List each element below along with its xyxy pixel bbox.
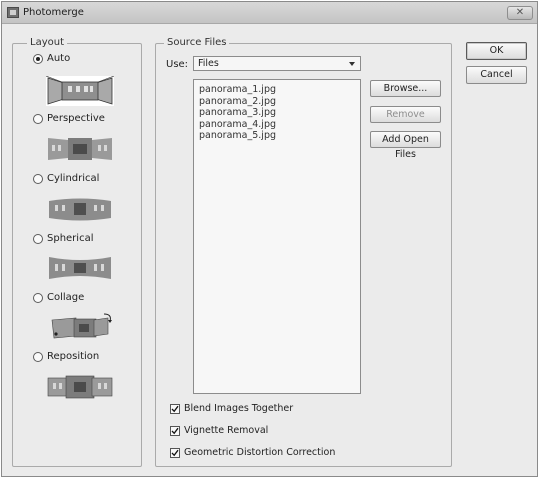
radio-reposition[interactable]: Reposition (33, 351, 99, 362)
checkmark-icon (171, 405, 179, 412)
geometric-distortion-checkbox[interactable] (170, 447, 180, 458)
browse-button[interactable]: Browse... (370, 80, 441, 97)
radio-spherical[interactable]: Spherical (33, 233, 93, 244)
blend-images-checkbox-row[interactable]: Blend Images Together (170, 403, 293, 414)
blend-images-label: Blend Images Together (184, 403, 294, 414)
radio-perspective-label: Perspective (47, 113, 105, 124)
spherical-layout-preview-icon (46, 253, 114, 283)
radio-button[interactable] (33, 292, 43, 303)
radio-auto[interactable]: Auto (33, 53, 70, 64)
list-item[interactable]: panorama_3.jpg (199, 107, 355, 119)
radio-collage-label: Collage (47, 292, 85, 303)
collage-layout-preview-icon (46, 312, 114, 342)
source-files-legend: Source Files (164, 37, 230, 48)
vignette-removal-checkbox-row[interactable]: Vignette Removal (170, 425, 268, 436)
radio-collage[interactable]: Collage (33, 292, 84, 303)
photoshop-app-icon (7, 7, 19, 18)
window-title: Photomerge (23, 7, 84, 18)
vignette-removal-label: Vignette Removal (184, 425, 269, 436)
remove-button[interactable]: Remove (370, 106, 441, 123)
use-label: Use: (166, 59, 189, 70)
use-dropdown-value: Files (198, 58, 219, 69)
radio-button[interactable] (33, 113, 43, 124)
radio-auto-label: Auto (47, 53, 71, 64)
blend-images-checkbox[interactable] (170, 403, 180, 414)
radio-button[interactable] (33, 53, 43, 64)
checkmark-icon (171, 449, 179, 456)
list-item[interactable]: panorama_4.jpg (199, 119, 355, 131)
geometric-distortion-checkbox-row[interactable]: Geometric Distortion Correction (170, 447, 335, 458)
reposition-layout-preview-icon (46, 372, 114, 402)
source-file-list[interactable]: panorama_1.jpg panorama_2.jpg panorama_3… (193, 79, 361, 394)
radio-button[interactable] (33, 173, 43, 184)
chevron-down-icon[interactable] (349, 62, 355, 66)
radio-perspective[interactable]: Perspective (33, 113, 105, 124)
cylindrical-layout-preview-icon (46, 194, 114, 224)
auto-layout-preview-icon (46, 76, 114, 106)
list-item[interactable]: panorama_5.jpg (199, 130, 355, 142)
radio-cylindrical[interactable]: Cylindrical (33, 173, 99, 184)
radio-reposition-label: Reposition (47, 351, 100, 362)
use-dropdown[interactable]: Files (193, 56, 361, 71)
cancel-button[interactable]: Cancel (466, 66, 527, 84)
radio-button[interactable] (33, 351, 43, 362)
radio-cylindrical-label: Cylindrical (47, 173, 100, 184)
checkmark-icon (171, 427, 179, 434)
radio-spherical-label: Spherical (47, 233, 94, 244)
title-bar[interactable]: Photomerge ✕ (2, 2, 537, 24)
layout-legend: Layout (27, 37, 67, 48)
list-item[interactable]: panorama_1.jpg (199, 84, 355, 96)
radio-button[interactable] (33, 233, 43, 244)
close-button[interactable]: ✕ (507, 6, 533, 20)
vignette-removal-checkbox[interactable] (170, 425, 180, 436)
add-open-files-button[interactable]: Add Open Files (370, 131, 441, 160)
perspective-layout-preview-icon (46, 134, 114, 164)
ok-button[interactable]: OK (466, 42, 527, 60)
geometric-distortion-label: Geometric Distortion Correction (184, 447, 336, 458)
list-item[interactable]: panorama_2.jpg (199, 96, 355, 108)
